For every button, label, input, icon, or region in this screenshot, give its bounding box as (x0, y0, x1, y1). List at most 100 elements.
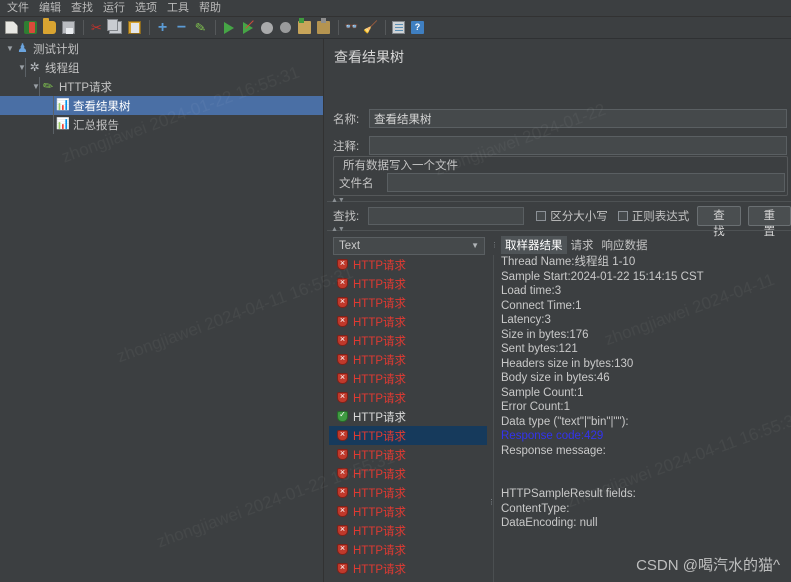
error-status-icon (337, 485, 348, 498)
clear-all-icon[interactable] (315, 18, 332, 37)
tab-sampler-result[interactable]: 取样器结果 (501, 236, 567, 254)
list-item[interactable]: HTTP请求 (329, 464, 487, 483)
start-icon[interactable] (220, 19, 237, 37)
list-item-selected[interactable]: HTTP请求 (329, 426, 487, 445)
chevron-down-icon[interactable]: ▼ (4, 44, 16, 53)
detail-line: Sample Start:2024-01-22 15:14:15 CST (501, 270, 704, 283)
renderer-selected-value: Text (339, 240, 361, 252)
name-input[interactable] (369, 109, 787, 128)
section-divider (327, 230, 791, 231)
tree-node-label: 测试计划 (33, 43, 79, 56)
jmeter-window: 文件 编辑 查找 运行 选项 工具 帮助 ✂ + − ✎ 👓 🧹 ? ▼ ♟ 测… (0, 0, 791, 582)
help-icon[interactable]: ? (409, 19, 426, 37)
list-item[interactable]: HTTP请求 (329, 255, 487, 274)
list-item[interactable]: HTTP请求 (329, 369, 487, 388)
list-item[interactable]: HTTP请求 (329, 578, 487, 582)
detail-line: Sample Count:1 (501, 386, 584, 399)
tree-node-view-results-tree[interactable]: 📊 查看结果树 (0, 96, 323, 115)
tree-node-thread-group[interactable]: ▼ ✲ 线程组 (0, 58, 323, 77)
list-item[interactable]: HTTP请求 (329, 521, 487, 540)
toolbar-separator (385, 20, 386, 35)
toggle-icon[interactable]: ✎ (192, 19, 209, 37)
collapse-all-icon[interactable]: − (173, 19, 190, 37)
renderer-dropdown[interactable]: Text ▼ (333, 237, 485, 255)
test-plan-tree[interactable]: ▼ ♟ 测试计划 ▼ ✲ 线程组 ▼ ✎ HTTP请求 📊 查看结果树 📊 汇总… (0, 39, 323, 582)
tree-node-label: 线程组 (45, 62, 80, 75)
comment-row: 注释: (333, 136, 787, 155)
tree-node-summary-report[interactable]: 📊 汇总报告 (0, 115, 323, 134)
detail-line: HTTPSampleResult fields: (501, 488, 636, 500)
list-item[interactable]: HTTP请求 (329, 502, 487, 521)
error-status-icon (337, 466, 348, 479)
sampler-result-detail[interactable]: Thread Name:线程组 1-10 Sample Start:2024-0… (493, 255, 791, 582)
copy-icon[interactable] (107, 19, 124, 37)
tab-response-data[interactable]: 响应数据 (598, 236, 652, 254)
list-item[interactable]: HTTP请求 (329, 293, 487, 312)
expand-all-icon[interactable]: + (154, 19, 171, 37)
checkbox-box[interactable] (617, 211, 628, 221)
new-document-icon[interactable] (3, 19, 20, 37)
tab-request[interactable]: 请求 (567, 236, 598, 254)
search-button[interactable]: 查找 (697, 206, 741, 238)
section-divider (327, 201, 791, 202)
detail-line: Connect Time:1 (501, 299, 582, 312)
error-status-icon (337, 314, 348, 327)
list-item-label: HTTP请求 (353, 430, 407, 443)
list-item[interactable]: HTTP请求 (329, 388, 487, 407)
results-list[interactable]: HTTP请求 HTTP请求 HTTP请求 HTTP请求 HTTP请求 HTTP请… (329, 255, 487, 582)
reset-button[interactable]: 重置 (747, 206, 791, 238)
open-file-icon[interactable] (41, 18, 58, 37)
chevron-down-icon[interactable]: ▼ (16, 63, 28, 72)
menu-file[interactable]: 文件 (2, 0, 34, 16)
list-item[interactable]: HTTP请求 (329, 312, 487, 331)
start-no-pauses-icon[interactable] (239, 19, 256, 37)
list-item[interactable]: HTTP请求 (329, 350, 487, 369)
shutdown-icon[interactable] (277, 19, 294, 37)
stop-icon[interactable] (258, 19, 275, 37)
templates-icon[interactable] (22, 19, 39, 37)
menu-run[interactable]: 运行 (98, 0, 130, 16)
response-code-line[interactable]: Response code:429 (494, 429, 791, 444)
tree-node-label: HTTP请求 (59, 81, 113, 94)
tree-node-http-request[interactable]: ▼ ✎ HTTP请求 (0, 77, 323, 96)
cut-icon[interactable]: ✂ (88, 19, 105, 37)
filename-input[interactable] (387, 173, 785, 192)
list-item[interactable]: HTTP请求 (329, 559, 487, 578)
case-sensitive-checkbox[interactable]: 区分大小写 (536, 208, 608, 224)
filename-row: 文件名 (339, 173, 785, 192)
checkbox-box[interactable] (536, 211, 547, 221)
chevron-down-icon[interactable]: ▼ (471, 238, 479, 254)
clear-icon[interactable] (296, 18, 313, 37)
collapse-expand-grip[interactable]: ▲▼ (331, 197, 345, 204)
tree-node-test-plan[interactable]: ▼ ♟ 测试计划 (0, 39, 323, 58)
regex-checkbox[interactable]: 正则表达式 (617, 208, 689, 224)
search-reset-icon[interactable]: 🧹 (362, 19, 379, 37)
menu-tools[interactable]: 工具 (162, 0, 194, 16)
write-all-data-group-title: 所有数据写入一个文件 (339, 157, 462, 173)
list-item[interactable]: HTTP请求 (329, 274, 487, 293)
tree-node-label: 汇总报告 (73, 119, 119, 132)
search-icon[interactable]: 👓 (343, 19, 360, 37)
collapse-expand-grip[interactable]: ▲▼ (331, 226, 345, 233)
list-item[interactable]: HTTP请求 (329, 445, 487, 464)
comment-input[interactable] (369, 136, 787, 155)
detail-line-blank (494, 473, 791, 488)
error-status-icon (337, 276, 348, 289)
list-item[interactable]: HTTP请求 (329, 540, 487, 559)
paste-icon[interactable] (126, 19, 143, 37)
list-item-label: HTTP请求 (353, 297, 407, 310)
error-status-icon (337, 447, 348, 460)
menu-help[interactable]: 帮助 (194, 0, 226, 16)
menu-edit[interactable]: 编辑 (34, 0, 66, 16)
list-item[interactable]: HTTP请求 (329, 407, 487, 426)
list-item-label: HTTP请求 (353, 335, 407, 348)
list-item[interactable]: HTTP请求 (329, 483, 487, 502)
menu-options[interactable]: 选项 (130, 0, 162, 16)
search-input[interactable] (368, 207, 525, 225)
list-item[interactable]: HTTP请求 (329, 331, 487, 350)
detail-line: ContentType: (501, 502, 570, 515)
toolbar-separator (149, 20, 150, 35)
function-helper-icon[interactable] (390, 19, 407, 37)
menu-search[interactable]: 查找 (66, 0, 98, 16)
save-icon[interactable] (60, 19, 77, 37)
